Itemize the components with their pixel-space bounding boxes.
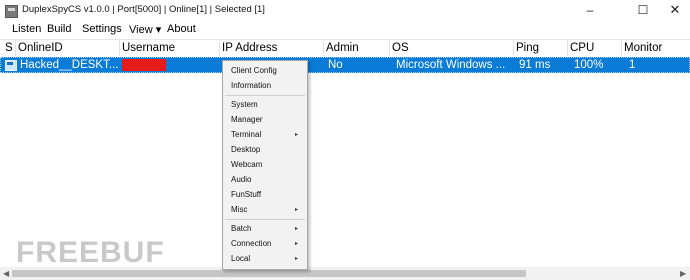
cell-online-id: Hacked__DESKT...: [20, 59, 119, 71]
ctx-local[interactable]: Local: [231, 254, 250, 263]
submenu-arrow-icon: ▸: [295, 256, 299, 262]
maximize-button[interactable]: ☐: [628, 0, 658, 22]
cell-admin: No: [328, 59, 343, 71]
column-header-monitor[interactable]: Monitor: [622, 40, 690, 56]
title-bar: DuplexSpyCS v1.0.0 | Port[5000] | Online…: [0, 0, 690, 22]
cell-os: Microsoft Windows ...: [396, 59, 506, 71]
ctx-webcam[interactable]: Webcam: [231, 160, 262, 169]
column-header-status[interactable]: S: [0, 40, 16, 56]
ctx-audio[interactable]: Audio: [231, 175, 251, 184]
column-header-ip[interactable]: IP Address: [220, 40, 324, 56]
column-header-username[interactable]: Username: [120, 40, 220, 56]
ctx-client-config[interactable]: Client Config: [231, 66, 277, 75]
minimize-button[interactable]: –: [575, 0, 605, 22]
menu-listen[interactable]: Listen: [12, 23, 41, 35]
ctx-terminal[interactable]: Terminal: [231, 130, 261, 139]
menu-settings[interactable]: Settings: [82, 23, 122, 35]
app-icon: [5, 5, 18, 18]
ctx-system[interactable]: System: [231, 100, 258, 109]
ctx-information[interactable]: Information: [231, 81, 271, 90]
freebuf-watermark: FREEBUF: [16, 236, 165, 269]
scroll-right-icon[interactable]: ▶: [680, 269, 686, 278]
menu-view[interactable]: View ▾: [129, 23, 161, 36]
column-header-admin[interactable]: Admin: [324, 40, 390, 56]
context-menu: Client Config Information System Manager…: [222, 60, 308, 270]
cell-monitor: 1: [629, 59, 636, 71]
submenu-arrow-icon: ▸: [295, 226, 299, 232]
client-status-icon: [5, 60, 17, 71]
submenu-arrow-icon: ▸: [295, 241, 299, 247]
ctx-separator: [225, 219, 305, 220]
column-header-onlineid[interactable]: OnlineID: [16, 40, 120, 56]
ctx-manager[interactable]: Manager: [231, 115, 263, 124]
ctx-misc[interactable]: Misc: [231, 205, 247, 214]
menu-bar: Listen Build Settings View ▾ About: [0, 22, 690, 39]
column-header-ping[interactable]: Ping: [514, 40, 568, 56]
window-title: DuplexSpyCS v1.0.0 | Port[5000] | Online…: [22, 4, 265, 15]
menu-about[interactable]: About: [167, 23, 196, 35]
column-header-row: S OnlineID Username IP Address Admin OS …: [0, 40, 690, 56]
ctx-separator: [225, 95, 305, 96]
menu-build[interactable]: Build: [47, 23, 71, 35]
client-list[interactable]: S OnlineID Username IP Address Admin OS …: [0, 40, 690, 267]
scrollbar-thumb[interactable]: [12, 270, 526, 277]
submenu-arrow-icon: ▸: [295, 132, 299, 138]
redacted-username: [122, 59, 166, 71]
ctx-connection[interactable]: Connection: [231, 239, 271, 248]
table-row[interactable]: Hacked__DESKT... No Microsoft Windows ..…: [0, 57, 690, 73]
ctx-funstuff[interactable]: FunStuff: [231, 190, 261, 199]
submenu-arrow-icon: ▸: [295, 207, 299, 213]
scroll-left-icon[interactable]: ◀: [3, 269, 9, 278]
cell-cpu: 100%: [574, 59, 604, 71]
column-header-cpu[interactable]: CPU: [568, 40, 622, 56]
ctx-batch[interactable]: Batch: [231, 224, 251, 233]
close-button[interactable]: ✕: [660, 0, 690, 22]
column-header-os[interactable]: OS: [390, 40, 514, 56]
ctx-desktop[interactable]: Desktop: [231, 145, 260, 154]
cell-ping: 91 ms: [519, 59, 551, 71]
